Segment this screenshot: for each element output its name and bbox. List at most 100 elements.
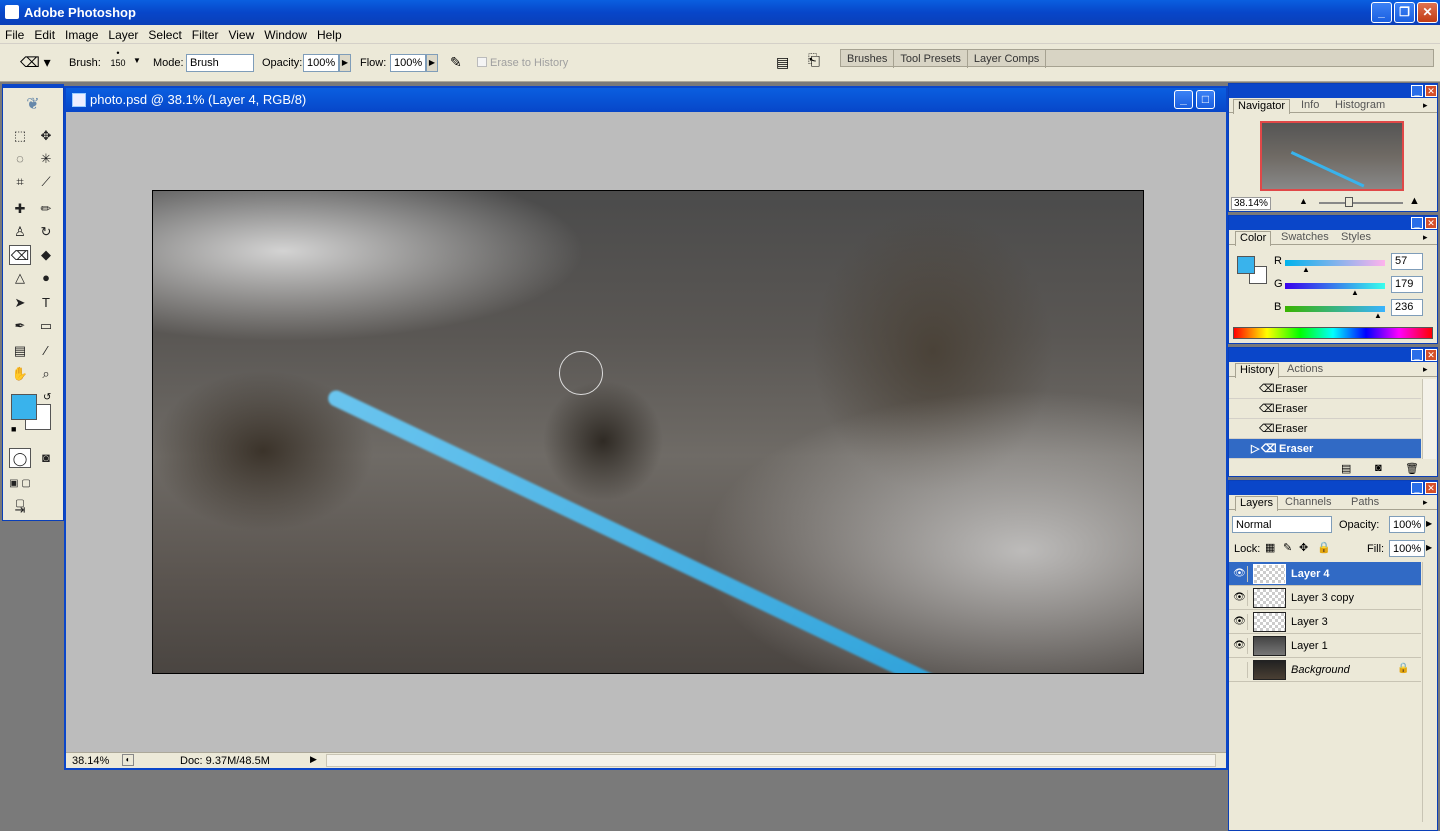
green-slider-thumb[interactable]: ▲	[1351, 288, 1359, 297]
move-tool-icon[interactable]: ✥	[35, 126, 57, 146]
file-browser-icon[interactable]: ⎗	[808, 52, 820, 69]
visibility-eye-icon[interactable]: 👁	[1232, 638, 1248, 654]
layers-minimize-button[interactable]: _	[1411, 482, 1423, 494]
palette-menu-icon[interactable]: ▤	[776, 54, 789, 71]
red-slider-thumb[interactable]: ▲	[1302, 265, 1310, 274]
menu-file[interactable]: File	[0, 25, 29, 42]
tab-navigator[interactable]: Navigator	[1233, 99, 1291, 114]
lock-image-icon[interactable]: ✎	[1283, 541, 1292, 554]
menu-view[interactable]: View	[223, 25, 259, 42]
doc-maximize-button[interactable]: □	[1196, 90, 1215, 109]
tab-layers[interactable]: Layers	[1235, 496, 1279, 511]
visibility-eye-icon[interactable]: 👁	[1232, 566, 1248, 582]
layers-close-button[interactable]: ✕	[1425, 482, 1437, 494]
zoom-out-icon[interactable]: ▲	[1299, 196, 1308, 206]
layer-opacity-arrow-icon[interactable]: ▶	[1426, 519, 1432, 528]
layers-scrollbar[interactable]	[1422, 562, 1436, 822]
visibility-eye-icon[interactable]: 👁	[1232, 614, 1248, 630]
well-tab-layer-comps[interactable]: Layer Comps	[968, 50, 1047, 68]
erase-to-history-checkbox[interactable]	[477, 57, 487, 67]
blur-tool-icon[interactable]: △	[9, 268, 31, 288]
history-item[interactable]: ⌫ Eraser	[1229, 379, 1421, 399]
navigator-zoom-slider-thumb[interactable]	[1345, 197, 1353, 207]
eraser-tool-preset-icon[interactable]: ⌫ ▾	[20, 54, 51, 71]
menu-window[interactable]: Window	[259, 25, 312, 42]
lock-all-icon[interactable]: 🔒	[1317, 541, 1331, 554]
canvas-area[interactable]	[66, 112, 1226, 752]
jump-to-imageready-icon[interactable]: ⇥	[9, 500, 31, 520]
layer-row[interactable]: 👁 Layer 3 copy	[1229, 586, 1421, 610]
tab-info[interactable]: Info	[1297, 99, 1323, 111]
path-selection-tool-icon[interactable]: ➤	[9, 293, 31, 313]
tab-swatches[interactable]: Swatches	[1277, 231, 1333, 243]
fill-arrow-icon[interactable]: ▶	[1426, 543, 1432, 552]
magic-wand-tool-icon[interactable]: ✳	[35, 149, 57, 169]
menu-layer[interactable]: Layer	[103, 25, 143, 42]
visibility-eye-icon[interactable]: 👁	[1232, 590, 1248, 606]
layer-opacity-field[interactable]: 100%	[1389, 516, 1425, 533]
navigator-zoom-field[interactable]: 38.14%	[1231, 197, 1271, 210]
visibility-eye-empty[interactable]	[1232, 662, 1248, 678]
zoom-tool-icon[interactable]: ⌕	[35, 364, 57, 384]
green-slider[interactable]	[1285, 283, 1385, 289]
photo-canvas[interactable]	[152, 190, 1144, 674]
history-brush-tool-icon[interactable]: ↻	[35, 222, 57, 242]
zoom-in-icon[interactable]: ▲	[1409, 195, 1420, 207]
history-scrollbar[interactable]	[1422, 379, 1436, 459]
paint-bucket-tool-icon[interactable]: ◆	[35, 245, 57, 265]
layer-row[interactable]: 👁 Layer 3	[1229, 610, 1421, 634]
status-zoom[interactable]: 38.14%	[72, 755, 109, 767]
hand-tool-icon[interactable]: ✋	[9, 364, 31, 384]
standard-mode-icon[interactable]: ◯	[9, 448, 31, 468]
layer-row[interactable]: 👁 Layer 1	[1229, 634, 1421, 658]
horizontal-scrollbar[interactable]	[326, 754, 1216, 767]
navigator-thumbnail[interactable]	[1260, 121, 1404, 191]
opacity-field[interactable]: 100%	[303, 54, 339, 72]
color-ramp[interactable]	[1233, 327, 1433, 339]
tab-histogram[interactable]: Histogram	[1331, 99, 1389, 111]
restore-button[interactable]: ❐	[1394, 2, 1415, 23]
close-button[interactable]: ✕	[1417, 2, 1438, 23]
brush-tool-icon[interactable]: ✏	[35, 199, 57, 219]
color-minimize-button[interactable]: _	[1411, 217, 1423, 229]
b-value-field[interactable]: 236	[1391, 299, 1423, 316]
eyedropper-tool-icon[interactable]: ⁄	[35, 341, 57, 361]
g-value-field[interactable]: 179	[1391, 276, 1423, 293]
fill-field[interactable]: 100%	[1389, 540, 1425, 557]
history-item-current[interactable]: ▷ ⌫ Eraser	[1229, 439, 1421, 459]
delete-state-icon[interactable]: 🗑	[1405, 462, 1419, 475]
color-fg-swatch[interactable]	[1237, 256, 1255, 274]
status-menu-arrow-icon[interactable]: ▶	[310, 754, 317, 765]
eraser-tool-icon[interactable]: ⌫	[9, 245, 31, 265]
flow-field[interactable]: 100%	[390, 54, 426, 72]
tab-actions[interactable]: Actions	[1283, 363, 1327, 375]
history-menu-icon[interactable]: ▸	[1423, 364, 1428, 375]
lasso-tool-icon[interactable]: ◌	[9, 149, 31, 169]
well-tab-brushes[interactable]: Brushes	[841, 50, 895, 68]
well-tab-tool-presets[interactable]: Tool Presets	[894, 50, 968, 68]
color-menu-icon[interactable]: ▸	[1423, 232, 1428, 243]
layer-row[interactable]: Background 🔒	[1229, 658, 1421, 682]
screen-mode-icon[interactable]: ▣ ▢ ▢	[9, 474, 31, 509]
menu-help[interactable]: Help	[312, 25, 347, 42]
type-tool-icon[interactable]: T	[35, 293, 57, 313]
quick-mask-mode-icon[interactable]: ◙	[35, 448, 57, 468]
airbrush-icon[interactable]: ✎	[450, 54, 462, 71]
blue-slider[interactable]	[1285, 306, 1385, 312]
color-close-button[interactable]: ✕	[1425, 217, 1437, 229]
blue-slider-thumb[interactable]: ▲	[1374, 311, 1382, 320]
default-colors-icon[interactable]: ■	[11, 424, 16, 434]
mode-select[interactable]: Brush	[186, 54, 254, 72]
new-document-from-state-icon[interactable]: ▤	[1341, 462, 1351, 475]
history-item[interactable]: ⌫ Eraser	[1229, 419, 1421, 439]
history-close-button[interactable]: ✕	[1425, 349, 1437, 361]
doc-minimize-button[interactable]: _	[1174, 90, 1193, 109]
crop-tool-icon[interactable]: ⌗	[9, 172, 31, 192]
marquee-tool-icon[interactable]: ⬚	[9, 126, 31, 146]
healing-brush-tool-icon[interactable]: ✚	[9, 199, 31, 219]
brush-picker[interactable]: • 150	[103, 48, 133, 78]
red-slider[interactable]	[1285, 260, 1385, 266]
layer-row[interactable]: 👁 Layer 4	[1229, 562, 1421, 586]
swap-colors-icon[interactable]: ↺	[43, 392, 51, 403]
navigator-close-button[interactable]: ✕	[1425, 85, 1437, 97]
